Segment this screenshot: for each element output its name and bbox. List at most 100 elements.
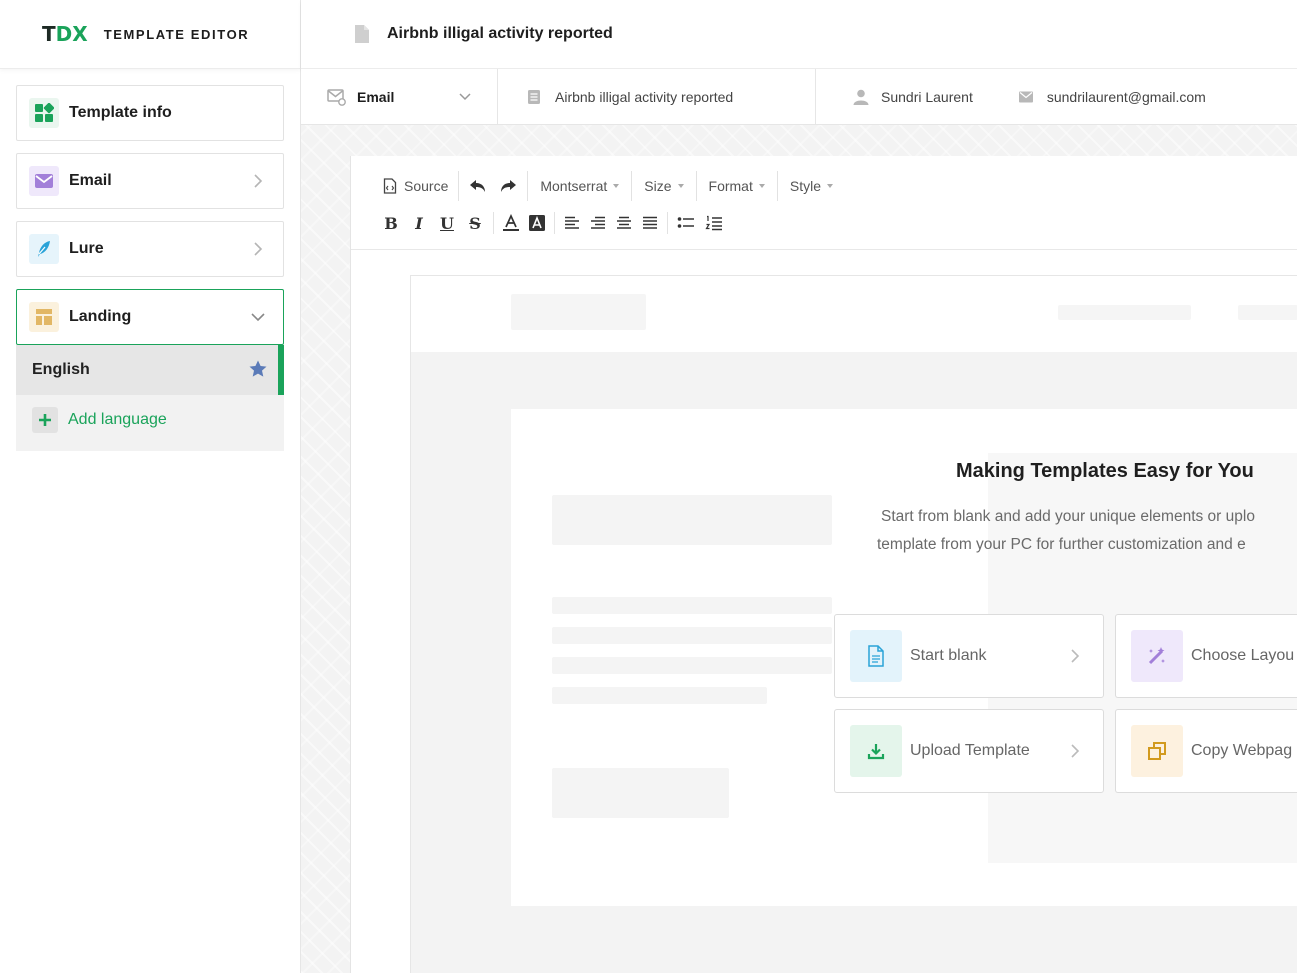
star-icon[interactable] [248, 359, 268, 379]
format-select[interactable]: Format [701, 171, 773, 201]
magic-wand-icon [1131, 630, 1183, 682]
underline-button[interactable]: U [433, 214, 461, 233]
align-left-button[interactable] [559, 208, 585, 238]
size-select[interactable]: Size [636, 171, 691, 201]
add-language-button[interactable]: Add language [16, 395, 284, 445]
placeholder-line [552, 657, 832, 674]
sidebar-item-label: Email [69, 172, 112, 189]
copy-icon [1131, 725, 1183, 777]
layout-icon [29, 302, 59, 332]
source-button[interactable]: Source [377, 171, 454, 201]
feather-icon [29, 234, 59, 264]
format-label: Format [708, 178, 753, 194]
size-label: Size [644, 178, 672, 194]
sidebar-item-email[interactable]: Email [16, 153, 284, 209]
file-icon [355, 25, 369, 43]
background-color-icon [529, 215, 545, 231]
undo-button[interactable] [463, 171, 493, 201]
text-color-button[interactable] [498, 208, 524, 238]
add-language-label: Add language [68, 411, 167, 428]
placeholder-nav [1238, 305, 1297, 320]
copy-webpage-option[interactable]: Copy Webpag [1115, 709, 1297, 793]
placeholder-line [552, 687, 767, 704]
app-title: TEMPLATE EDITOR [103, 26, 250, 42]
bullet-list-button[interactable] [672, 208, 700, 238]
sidebar-item-label: Lure [69, 240, 104, 257]
font-select[interactable]: Montserrat [532, 171, 627, 201]
option-label: Copy Webpag [1191, 742, 1293, 759]
placeholder-line [552, 597, 832, 614]
document-header: Airbnb illigal activity reported [301, 0, 1297, 69]
download-icon [850, 725, 902, 777]
grid-icon [29, 98, 59, 128]
overlay-description: Start from blank and add your unique ele… [877, 503, 1297, 559]
document-title: Airbnb illigal activity reported [387, 25, 613, 42]
language-label: English [32, 361, 90, 378]
channel-select[interactable]: Email [301, 68, 498, 125]
subject-text: Airbnb illigal activity reported [555, 88, 734, 105]
envelope-icon [1018, 91, 1033, 102]
numbered-list-button[interactable] [700, 208, 728, 238]
editor-toolbar: Source Montserrat Size Format Style B I … [351, 156, 1297, 250]
subject-icon [528, 89, 540, 104]
language-item-english[interactable]: English [16, 345, 284, 395]
email-info-bar: Email Airbnb illigal activity reported S… [301, 68, 1297, 125]
placeholder-logo [511, 294, 646, 330]
redo-button[interactable] [493, 171, 523, 201]
user-icon [853, 89, 869, 105]
placeholder-nav [1058, 305, 1191, 320]
plus-icon [32, 407, 58, 433]
sender-field: Sundri Laurent [816, 69, 973, 125]
sidebar-item-template-info[interactable]: Template info [16, 85, 284, 141]
source-label: Source [404, 178, 449, 194]
subject-field: Airbnb illigal activity reported [498, 68, 816, 125]
font-label: Montserrat [540, 178, 608, 194]
description-line-2: template from your PC for further custom… [877, 536, 1246, 553]
placeholder-button [552, 768, 729, 818]
align-justify-icon [643, 216, 657, 229]
bold-button[interactable]: B [377, 214, 405, 233]
sender-email: sundrilaurent@gmail.com [1046, 88, 1206, 105]
preview-header [411, 276, 1297, 352]
overlay-title: Making Templates Easy for You [956, 460, 1254, 482]
tdx-logo: TDX [42, 22, 88, 46]
align-right-button[interactable] [585, 208, 611, 238]
chevron-right-icon [1071, 744, 1080, 758]
sender-name: Sundri Laurent [881, 88, 973, 105]
text-color-icon [503, 214, 519, 231]
placeholder-heading [552, 495, 832, 545]
style-select[interactable]: Style [782, 171, 841, 201]
channel-label: Email [357, 88, 395, 105]
bullet-list-icon [677, 217, 694, 228]
source-icon [383, 178, 397, 194]
align-right-icon [591, 216, 605, 229]
strikethrough-button[interactable]: S [461, 214, 489, 233]
undo-icon [470, 180, 486, 192]
sidebar-item-landing[interactable]: Landing [16, 289, 284, 345]
email-settings-icon [327, 88, 346, 106]
option-label: Choose Layou [1191, 647, 1295, 664]
option-label: Upload Template [910, 742, 1030, 759]
align-center-button[interactable] [611, 208, 637, 238]
chevron-right-icon [1071, 649, 1080, 663]
description-line-1: Start from blank and add your unique ele… [881, 508, 1255, 525]
align-justify-button[interactable] [637, 208, 663, 238]
align-left-icon [565, 216, 579, 229]
style-label: Style [789, 178, 821, 194]
sender-email-field: sundrilaurent@gmail.com [973, 69, 1206, 125]
choose-layout-option[interactable]: Choose Layou [1115, 614, 1297, 698]
align-center-icon [617, 216, 631, 229]
numbered-list-icon [705, 215, 722, 231]
placeholder-line [552, 627, 832, 644]
envelope-icon [29, 166, 59, 196]
document-icon [850, 630, 902, 682]
italic-button[interactable]: I [405, 214, 433, 233]
chevron-down-icon [251, 313, 265, 322]
upload-template-option[interactable]: Upload Template [834, 709, 1104, 793]
option-label: Start blank [910, 647, 987, 664]
sidebar-item-lure[interactable]: Lure [16, 221, 284, 277]
start-blank-option[interactable]: Start blank [834, 614, 1104, 698]
redo-icon [501, 180, 517, 192]
background-color-button[interactable] [524, 208, 550, 238]
chevron-right-icon [254, 174, 263, 188]
